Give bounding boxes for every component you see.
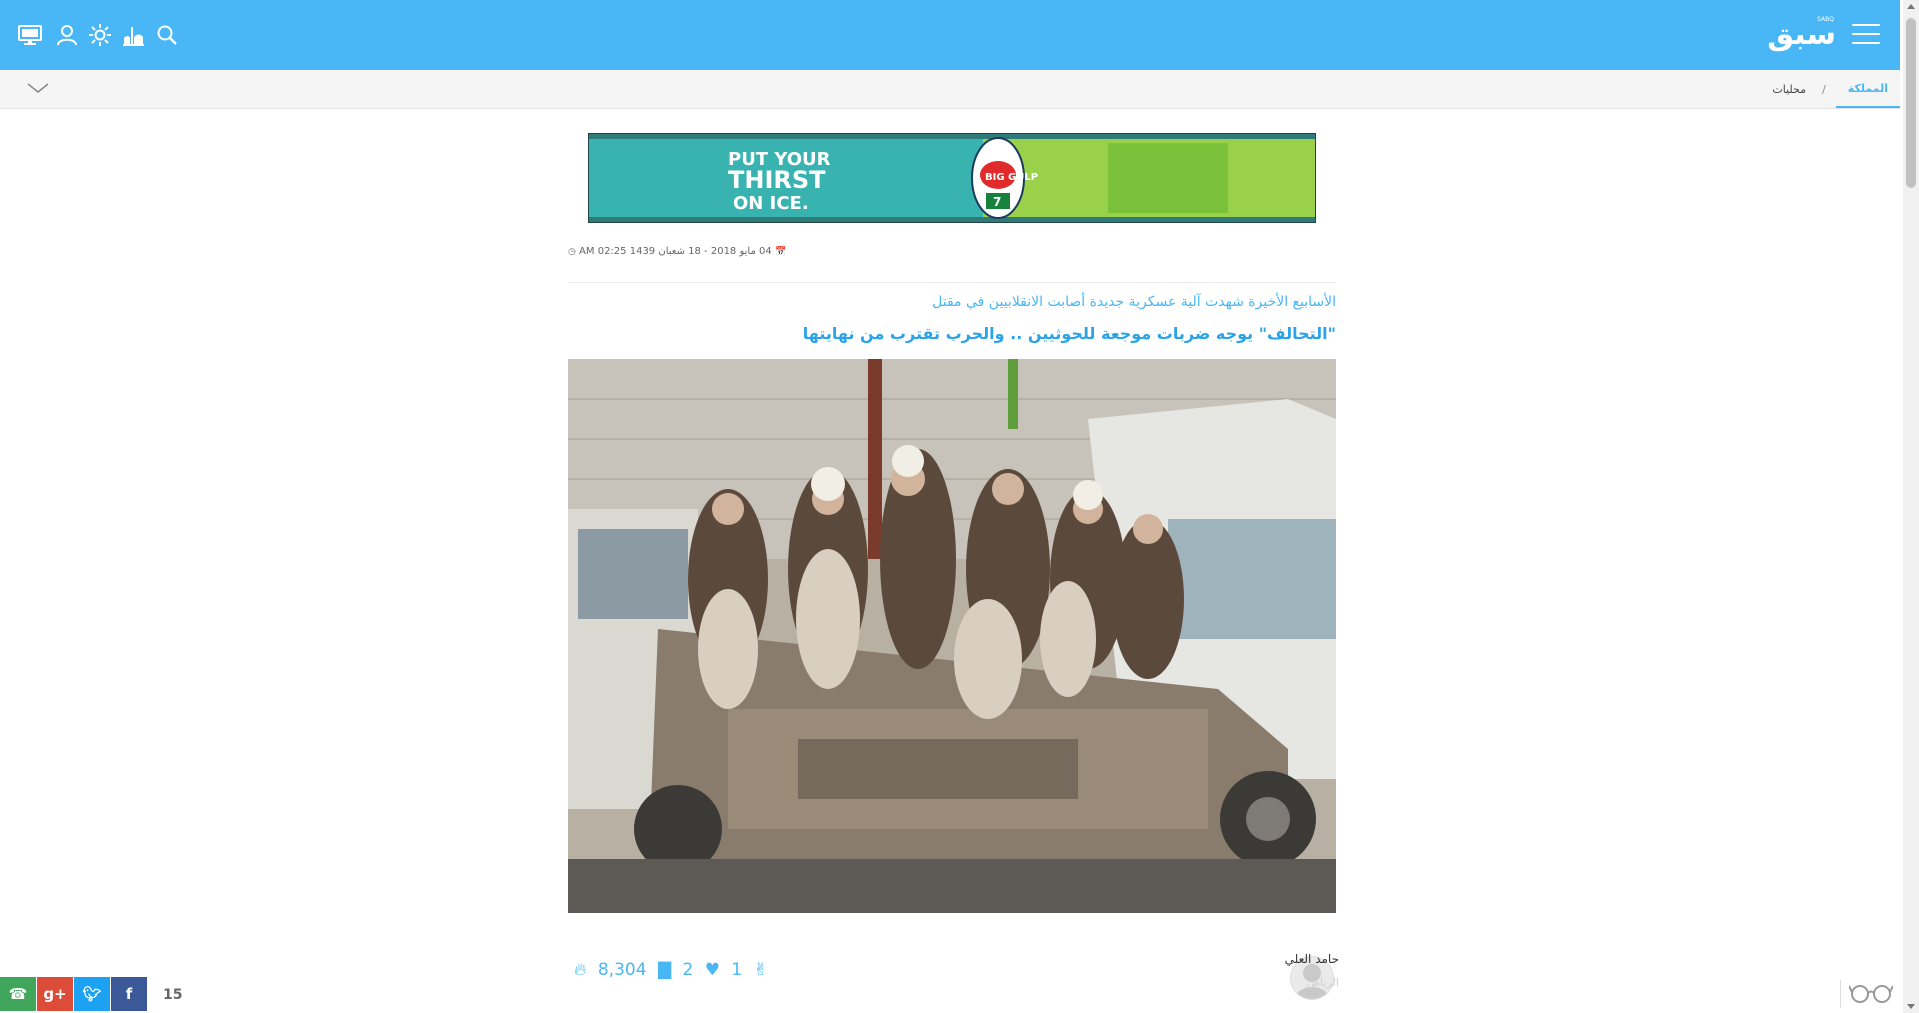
- comment-icon[interactable]: ♥︎: [705, 960, 720, 980]
- desktop-icon[interactable]: [15, 20, 45, 50]
- site-logo[interactable]: سبق SABQ: [1767, 14, 1837, 56]
- views-icon: ▇: [657, 960, 672, 980]
- breadcrumb-local[interactable]: محليات: [1766, 83, 1812, 96]
- facebook-icon[interactable]: f: [111, 977, 147, 1011]
- breadcrumb: المملكة / محليات: [1766, 70, 1900, 108]
- thumbs-up-icon[interactable]: ✌︎: [754, 960, 768, 980]
- likes-count[interactable]: 1: [731, 960, 742, 980]
- breadcrumb-kingdom[interactable]: المملكة: [1835, 70, 1900, 108]
- brightness-icon[interactable]: [85, 20, 115, 50]
- author-name[interactable]: حامد العلي: [1285, 952, 1339, 966]
- author-info: حامد العلي الرياض: [1285, 952, 1339, 989]
- ad-brand: BIG GULP: [985, 172, 1038, 183]
- article-date-text: 04 مايو 2018 - 18 شعبان 1439 02:25 AM: [579, 246, 772, 257]
- chevron-down-icon[interactable]: [26, 79, 50, 97]
- author-city: الرياض: [1306, 976, 1339, 989]
- advertisement-banner[interactable]: PUT YOUR THIRST ON ICE. BIG GULP 7: [588, 133, 1316, 223]
- scroll-up-icon[interactable]: [1907, 4, 1915, 9]
- google-plus-icon[interactable]: g+: [37, 977, 73, 1011]
- search-icon[interactable]: [152, 20, 182, 50]
- article-headline: "التحالف" يوجه ضربات موجعة للحوثيين .. و…: [802, 324, 1336, 343]
- reading-mode-icon[interactable]: [1840, 980, 1899, 1008]
- ad-line3: ON ICE.: [733, 193, 809, 214]
- user-icon[interactable]: [52, 20, 82, 50]
- calendar-icon: 📅: [774, 247, 787, 257]
- ad-sub-brand: 7: [993, 195, 1001, 209]
- share-count: 15: [163, 987, 183, 1003]
- logo-text: سبق: [1767, 17, 1837, 52]
- whatsapp-icon[interactable]: ☎: [0, 977, 36, 1011]
- scrollbar-thumb[interactable]: [1906, 18, 1916, 188]
- page-scrollbar[interactable]: [1903, 0, 1919, 1013]
- breadcrumb-separator: /: [1822, 82, 1826, 96]
- article-photo[interactable]: [568, 359, 1336, 913]
- article-subtitle: الأسابيع الأخيرة شهدت آلية عسكرية جديدة …: [932, 294, 1336, 310]
- prayer-times-icon[interactable]: [118, 20, 148, 50]
- views-count: 8,304: [597, 960, 647, 980]
- article-date: 📅 04 مايو 2018 - 18 شعبان 1439 02:25 AM …: [568, 246, 1336, 264]
- share-bar: ☎ g+ 🐦︎ f: [0, 977, 148, 1011]
- breadcrumb-bar: المملكة / محليات: [0, 70, 1900, 109]
- hamburger-icon[interactable]: [1852, 24, 1880, 46]
- fire-icon: 🔥︎: [574, 960, 587, 980]
- comments-count[interactable]: 2: [682, 960, 693, 980]
- article-stats: 🔥︎ 8,304 ▇ 2 ♥︎ 1 ✌︎: [574, 960, 774, 980]
- logo-small-text: SABQ: [1817, 16, 1834, 23]
- top-bar: سبق SABQ: [0, 0, 1900, 70]
- scroll-down-icon[interactable]: [1907, 1004, 1915, 1009]
- clock-icon: ◷: [568, 247, 576, 257]
- twitter-icon[interactable]: 🐦︎: [74, 977, 110, 1011]
- meta-divider: [568, 282, 1336, 283]
- ad-line2: THIRST: [728, 166, 826, 194]
